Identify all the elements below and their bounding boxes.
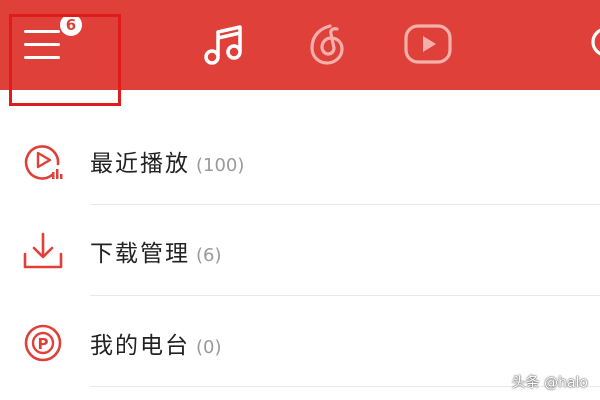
music-note-icon[interactable] xyxy=(200,20,248,68)
radio-count: (0) xyxy=(196,337,222,358)
download-label: 下载管理 xyxy=(90,241,190,267)
video-play-icon[interactable] xyxy=(404,20,452,68)
menu-item-recent[interactable]: 最近播放 (100) xyxy=(0,116,600,204)
divider xyxy=(90,204,600,205)
download-icon xyxy=(23,232,63,269)
menu-item-label: 最近播放 (100) xyxy=(90,144,244,178)
highlight-annotation xyxy=(9,14,121,106)
download-count: (6) xyxy=(196,245,222,266)
menu-item-download[interactable]: 下载管理 (6) xyxy=(0,206,600,294)
divider xyxy=(90,295,600,296)
radio-icon: P xyxy=(24,324,62,362)
radio-label: 我的电台 xyxy=(90,333,190,359)
search-icon[interactable] xyxy=(584,20,600,68)
recent-play-label: 最近播放 xyxy=(90,151,190,177)
netease-cloud-icon[interactable] xyxy=(304,20,350,68)
menu-item-radio[interactable]: P 我的电台 (0) xyxy=(0,298,600,386)
menu-item-label: 我的电台 (0) xyxy=(90,326,222,360)
recent-play-count: (100) xyxy=(196,155,245,176)
menu-item-label: 下载管理 (6) xyxy=(90,234,222,268)
recent-play-icon xyxy=(24,145,63,180)
svg-text:P: P xyxy=(38,335,49,353)
watermark: 头条 @halo xyxy=(511,375,588,391)
